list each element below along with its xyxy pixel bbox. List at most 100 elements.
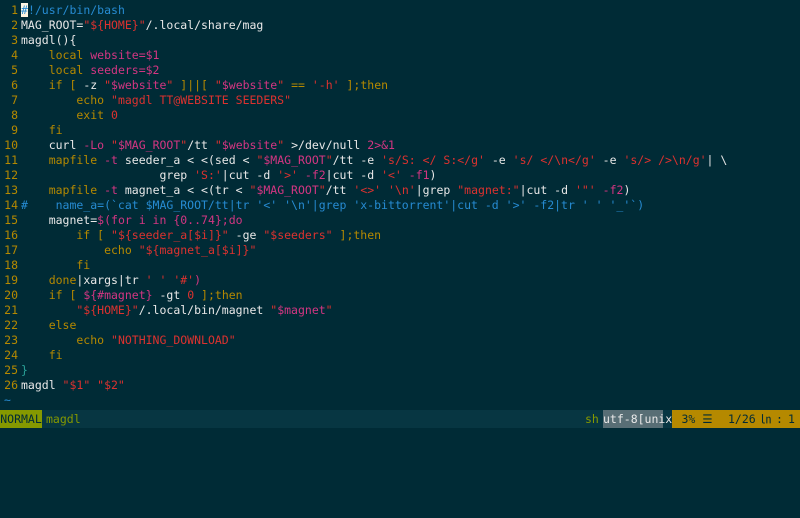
column-position: 1 [788,412,795,426]
code-token: ];then [339,228,382,242]
code-token: " [214,78,222,92]
line-number: 21 [4,303,18,317]
line-number: 23 [4,333,18,347]
code-token: fi [21,258,91,272]
code-token: ' ' '#' [145,273,195,287]
line-number: 5 [11,63,18,77]
code-line[interactable]: 16 if [ "${seeder_a[$i]}" -ge "$seeders"… [0,227,381,243]
code-line[interactable]: 26 magdl "$1" "$2" [0,377,125,393]
line-number: 6 [11,78,18,92]
code-token: grep [21,168,195,182]
line-code: local seeders=$2 [21,62,160,78]
code-token: magnet_a < <(tr < [124,183,250,197]
code-line[interactable]: 8 exit 0 [0,107,118,123]
code-token: # name_a=(`cat $MAG_ROOT/tt|tr '<' '\n'|… [21,198,645,212]
code-token: ) [623,183,631,197]
code-line[interactable]: 21 "${HOME}"/.local/bin/magnet "$magnet" [0,302,332,318]
column-separator: : [776,412,783,426]
line-code: magdl "$1" "$2" [21,377,125,393]
line-code: # name_a=(`cat $MAG_ROOT/tt|tr '<' '\n'|… [21,197,644,213]
code-line[interactable]: 10 curl -Lo "$MAG_ROOT"/tt "$website" >/… [0,137,395,153]
line-code: if [ -z "$website" ]||[ "$website" == '-… [21,77,388,93]
code-token: "${magnet_a[$i]}" [138,243,257,257]
code-line[interactable]: 7 echo "magdl TT@WEBSITE SEEDERS" [0,92,291,108]
code-token: '<>' '\n' [353,183,416,197]
code-line[interactable]: 6 if [ -z "$website" ]||[ "$website" == … [0,77,388,93]
code-line[interactable]: 15 magnet=$(for i in {0..74};do [0,212,242,228]
code-token: $website [221,138,278,152]
editor-text-area[interactable]: 1 #!/usr/bin/bash 2 MAG_ROOT="${HOME}"/.loc… [0,0,800,410]
file-type: sh [585,412,599,426]
line-code: echo "magdl TT@WEBSITE SEEDERS" [21,92,291,108]
code-token: |cut -d [325,168,382,182]
line-number-icon: ㏑ [760,412,772,426]
code-token: /.local/bin/magnet [138,303,271,317]
code-token: |grep [415,183,458,197]
code-line[interactable]: 22 else [0,317,76,333]
code-token: " [104,78,112,92]
line-code: else [21,317,77,333]
code-line[interactable]: 20 if [ ${#magnet} -gt 0 ];then [0,287,242,303]
code-line[interactable]: 14 # name_a=(`cat $MAG_ROOT/tt|tr '<' '\n… [0,197,644,213]
text-cursor: # [21,3,28,17]
code-line[interactable]: 4 local website=$1 [0,47,159,63]
line-code: echo "NOTHING_DOWNLOAD" [21,332,235,348]
line-number: 10 [4,138,18,152]
code-token: } [21,363,28,377]
code-token: ]||[ [180,78,215,92]
code-token: 0 [111,108,118,122]
code-token: if [ [21,288,84,302]
code-token: -e [602,153,624,167]
code-token: fi [21,348,63,362]
line-number: 1 [11,3,18,17]
code-token: /tt [187,138,215,152]
line-number: 13 [4,183,18,197]
code-line[interactable]: 9 fi [0,122,62,138]
code-token: ) [429,168,437,182]
code-token: -f1 [408,168,430,182]
code-token: fi [21,123,63,137]
code-line[interactable]: 19 done|xargs|tr ' ' '#') [0,272,201,288]
code-token: $MAG_ROOT [263,153,326,167]
line-number: 12 [4,168,18,182]
code-token: -t [104,153,125,167]
code-token: MAG_ROOT= [21,18,84,32]
code-line[interactable]: 12 grep 'S:'|cut -d '>' -f2|cut -d '<' -… [0,167,436,183]
code-token: " [325,303,333,317]
code-line[interactable]: 23 echo "NOTHING_DOWNLOAD" [0,332,236,348]
code-token: -e [491,153,513,167]
code-token: -gt [159,288,188,302]
code-line[interactable]: 25} [0,362,28,378]
code-token: ];then [346,78,389,92]
code-token: exit [21,108,112,122]
code-line[interactable]: 18 fi [0,257,90,273]
code-token: "magnet:" [457,183,520,197]
line-number: 18 [4,258,18,272]
code-token: website=$1 [90,48,160,62]
code-token: " [277,138,292,152]
code-line[interactable]: 1 #!/usr/bin/bash [0,2,125,18]
code-line[interactable]: 11 mapfile -t seeder_a < <(sed < "$MAG_R… [0,152,727,168]
line-code: "${HOME}"/.local/bin/magnet "$magnet" [21,302,333,318]
line-code: if [ ${#magnet} -gt 0 ];then [21,287,243,303]
line-code: done|xargs|tr ' ' '#') [21,272,201,288]
line-number: 26 [4,378,18,392]
line-code: local website=$1 [21,47,160,63]
code-line[interactable]: 5 local seeders=$2 [0,62,159,78]
cursor-position: 1/26 ㏑ : 1 [722,410,800,428]
code-token: 2>&1 [367,138,395,152]
code-token: echo [21,333,112,347]
code-token: " [166,78,181,92]
line-number: 9 [11,123,18,137]
code-token: >/dev/null [291,138,368,152]
code-line[interactable]: 17 echo "${magnet_a[$i]}" [0,242,256,258]
code-line[interactable]: 2 MAG_ROOT="${HOME}"/.local/share/mag [0,17,263,33]
code-token: " [277,78,292,92]
code-token: $MAG_ROOT [117,138,181,152]
code-line[interactable]: 24 fi [0,347,62,363]
code-token: magnet= [21,213,98,227]
code-line[interactable]: 3 magdl(){ [0,32,76,48]
code-token: " [318,183,326,197]
code-line[interactable]: 13 mapfile -t magnet_a < <(tr < "$MAG_RO… [0,182,630,198]
line-code: echo "${magnet_a[$i]}" [21,242,256,258]
